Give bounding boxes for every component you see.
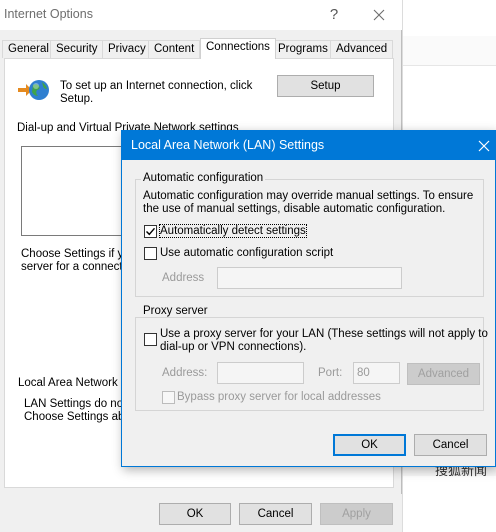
auto-config-group-label: Automatic configuration [141, 172, 266, 184]
auto-detect-checkbox[interactable] [144, 225, 157, 238]
tab-content[interactable]: Content [148, 40, 201, 58]
tab-general[interactable]: General [2, 40, 55, 58]
close-icon [373, 9, 385, 21]
proxy-address-label: Address: [162, 367, 208, 379]
lan-note-line-2: Choose Settings abo [24, 411, 131, 423]
choose-settings-line-2: server for a connecti [21, 261, 126, 273]
script-address-label: Address [162, 272, 205, 284]
lan-settings-titlebar[interactable]: Local Area Network (LAN) Settings [122, 131, 495, 160]
apply-button[interactable]: Apply [320, 503, 393, 525]
setup-description: To set up an Internet connection, click … [60, 80, 253, 105]
use-script-checkbox[interactable] [144, 247, 157, 260]
lan-settings-title: Local Area Network (LAN) Settings [131, 138, 325, 152]
lan-close-button[interactable] [475, 137, 493, 155]
tab-connections[interactable]: Connections [200, 38, 276, 59]
lan-ok-button[interactable]: OK [333, 434, 406, 456]
tab-programs[interactable]: Programs [272, 40, 334, 58]
background-toolbar [403, 36, 496, 66]
checkmark-icon [146, 227, 156, 236]
internet-options-title: Internet Options [4, 7, 93, 21]
bypass-local-label[interactable]: Bypass proxy server for local addresses [177, 391, 381, 403]
close-icon [478, 140, 490, 152]
tab-advanced[interactable]: Advanced [330, 40, 394, 58]
lan-settings-dialog: Local Area Network (LAN) Settings Automa… [121, 130, 496, 467]
use-proxy-label-line-2[interactable]: dial-up or VPN connections). [160, 341, 306, 353]
lan-cancel-button[interactable]: Cancel [414, 434, 487, 456]
choose-settings-line-1: Choose Settings if yo [21, 248, 130, 260]
use-proxy-label-line-1[interactable]: Use a proxy server for your LAN (These s… [160, 328, 488, 340]
setup-button[interactable]: Setup [277, 75, 374, 97]
proxy-server-group-label: Proxy server [141, 305, 210, 317]
internet-options-titlebar[interactable]: Internet Options ? [0, 0, 402, 30]
tab-privacy[interactable]: Privacy [102, 40, 152, 58]
use-proxy-checkbox[interactable] [144, 333, 157, 346]
proxy-port-label: Port: [318, 367, 343, 379]
script-address-input[interactable] [217, 267, 402, 289]
tab-strip: General Security Privacy Content Connect… [2, 38, 398, 59]
network-globe-icon [18, 80, 49, 100]
cancel-button[interactable]: Cancel [239, 503, 312, 525]
bypass-local-checkbox[interactable] [162, 391, 175, 404]
tab-security[interactable]: Security [50, 40, 104, 58]
ok-button[interactable]: OK [159, 503, 231, 525]
lan-note-line-1: LAN Settings do not [24, 398, 127, 410]
auto-config-description: Automatic configuration may override man… [143, 190, 474, 215]
lan-heading: Local Area Network (L [18, 377, 132, 389]
use-script-label[interactable]: Use automatic configuration script [160, 247, 333, 259]
proxy-port-input[interactable]: 80 [353, 362, 400, 384]
help-button[interactable]: ? [322, 5, 346, 25]
auto-detect-label[interactable]: Automatically detect settings [159, 224, 307, 238]
proxy-address-input[interactable] [217, 362, 304, 384]
advanced-button[interactable]: Advanced [407, 363, 480, 385]
close-button[interactable] [368, 5, 390, 25]
